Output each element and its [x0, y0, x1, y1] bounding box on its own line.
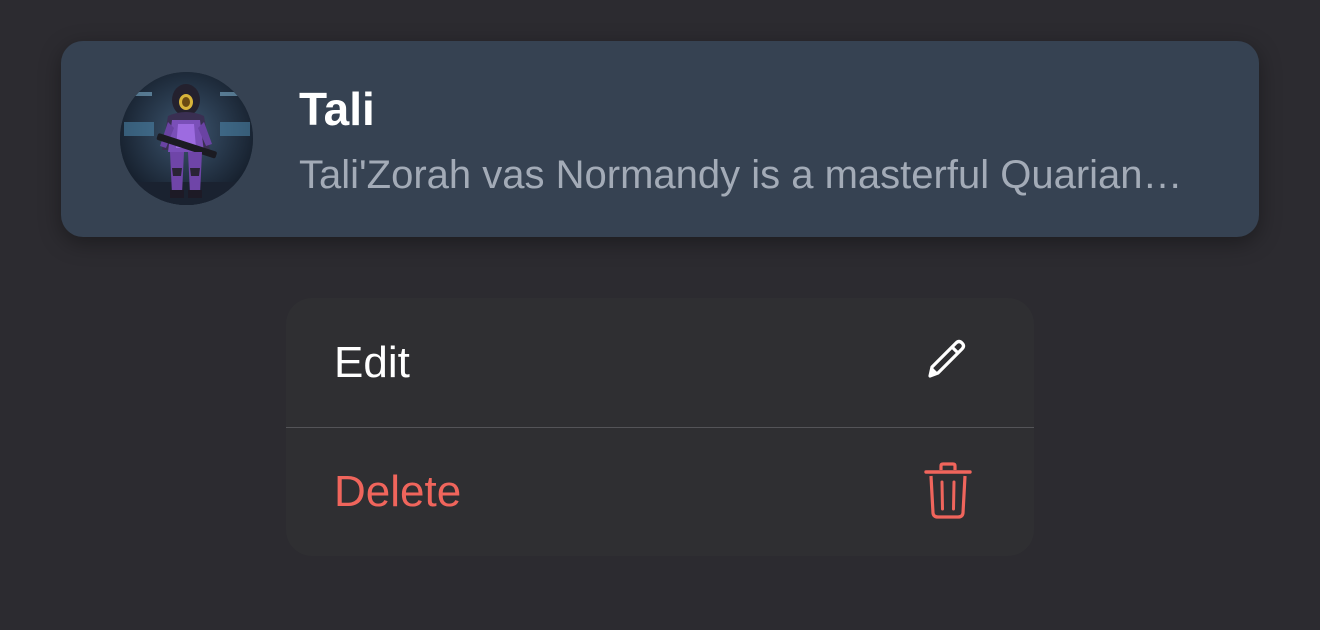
character-card[interactable]: Tali Tali'Zorah vas Normandy is a master…: [61, 41, 1259, 237]
delete-label: Delete: [334, 467, 462, 516]
trash-icon: [922, 462, 978, 522]
edit-menu-item[interactable]: Edit: [286, 298, 1034, 427]
character-description: Tali'Zorah vas Normandy is a masterful Q…: [299, 153, 1189, 197]
edit-label: Edit: [334, 338, 410, 387]
context-menu: Edit Delete: [286, 298, 1034, 556]
pencil-icon: [924, 336, 980, 396]
screen: Tali Tali'Zorah vas Normandy is a master…: [0, 0, 1320, 630]
character-avatar: [120, 72, 253, 205]
menu-separator: [286, 427, 1034, 428]
character-name: Tali: [299, 83, 375, 135]
delete-menu-item[interactable]: Delete: [286, 429, 1034, 556]
